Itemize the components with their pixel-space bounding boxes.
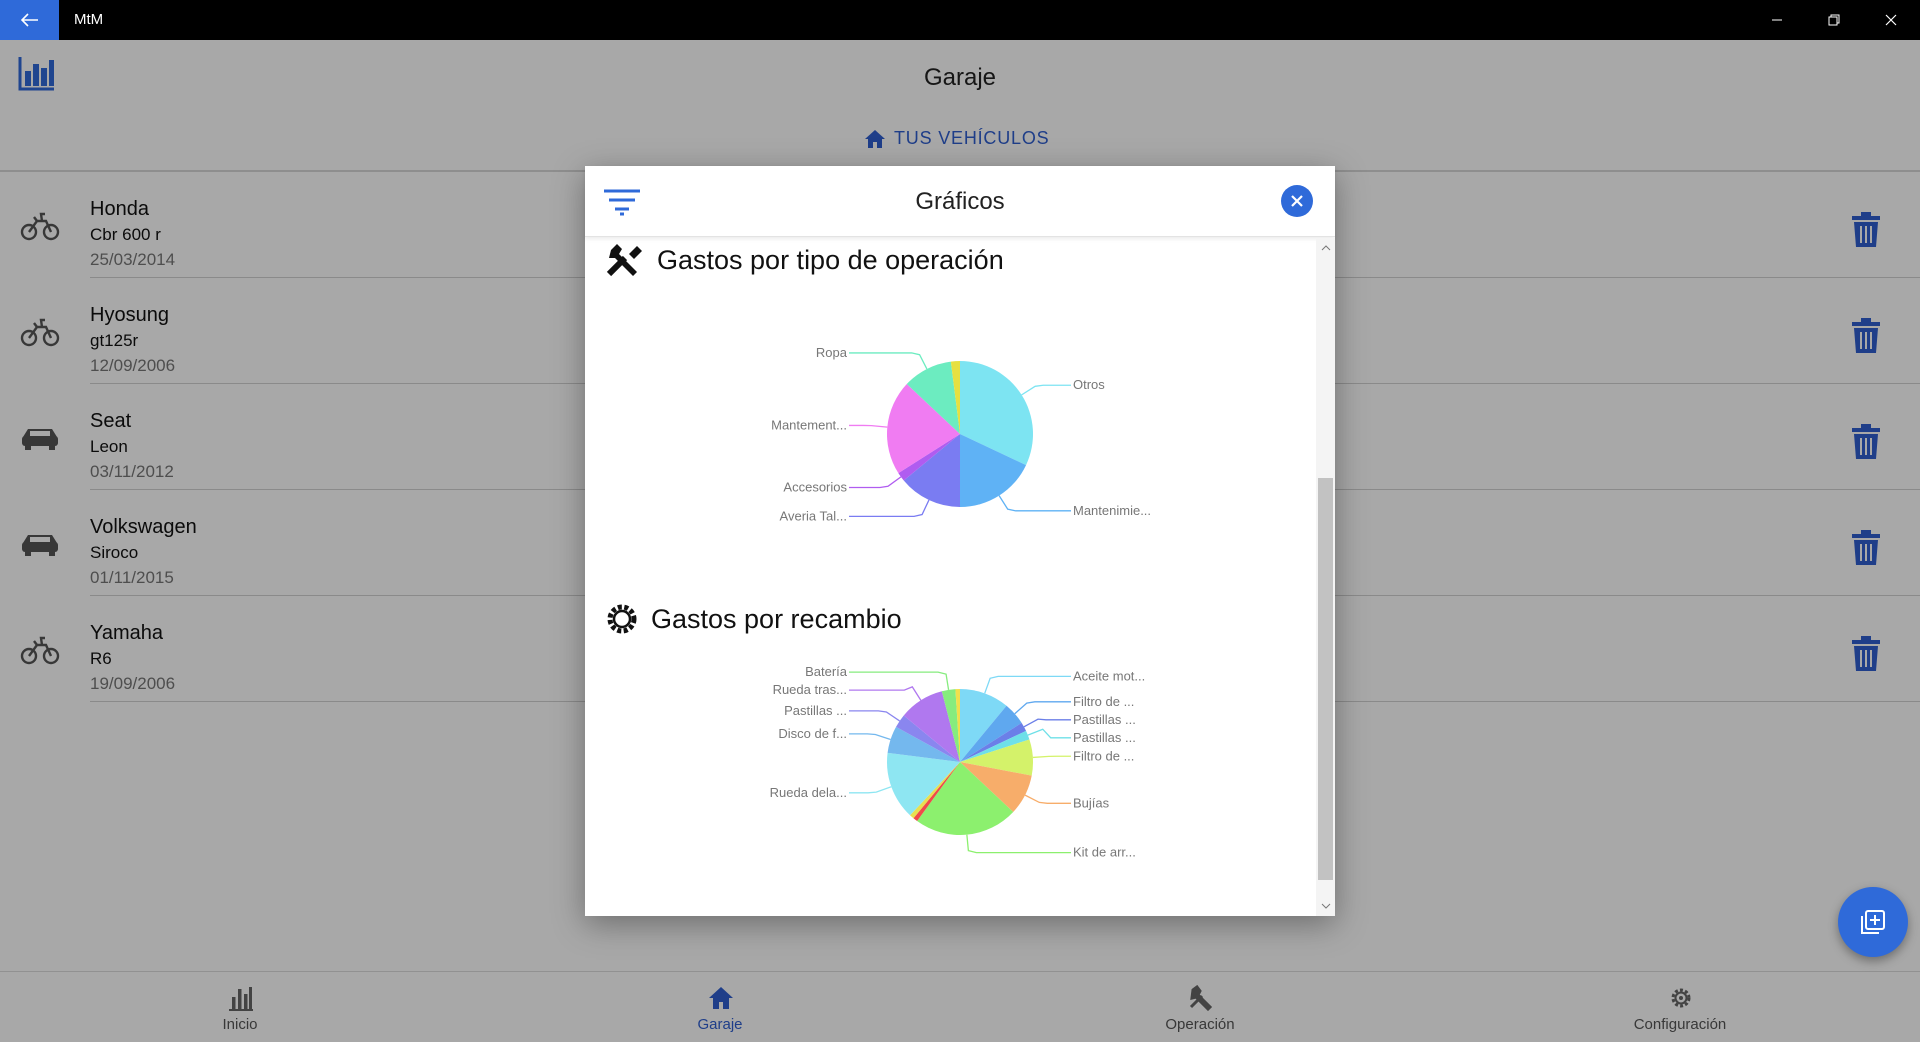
add-vehicle-button[interactable] (1838, 887, 1908, 957)
charts-dialog: Gráficos Gastos por tipo de operación Ot… (585, 166, 1335, 916)
close-dialog-button[interactable] (1281, 185, 1313, 217)
slice-label: Mantement... (771, 417, 847, 432)
dialog-scrollbar[interactable] (1316, 238, 1335, 916)
leader-line (1027, 728, 1071, 739)
slice-label: Pastillas ... (1073, 730, 1136, 745)
gear-icon (607, 604, 637, 634)
leader-line (849, 786, 892, 794)
section-title: Gastos por tipo de operación (657, 244, 1004, 275)
leader-line (849, 499, 930, 517)
leader-line (849, 710, 900, 722)
slice-label: Rueda dela... (770, 785, 847, 800)
dialog-header: Gráficos (585, 166, 1335, 237)
close-icon (1291, 195, 1303, 207)
minimize-icon (1771, 19, 1782, 21)
add-copy-icon (1861, 910, 1885, 934)
slice-label: Accesorios (783, 479, 847, 494)
slice-label: Filtro de ... (1073, 748, 1134, 763)
leader-line (849, 476, 902, 489)
slice-label: Batería (805, 664, 848, 679)
slice-label: Ropa (816, 345, 848, 360)
close-window-button[interactable] (1862, 0, 1919, 40)
leader-line (849, 424, 888, 428)
leader-line (1032, 755, 1071, 759)
leader-line (1024, 794, 1071, 804)
section-operation-costs: Gastos por tipo de operación (605, 242, 1004, 278)
close-icon (1885, 14, 1896, 26)
dialog-body[interactable]: Gastos por tipo de operación Otros Manten… (585, 238, 1315, 916)
leader-line (849, 671, 950, 691)
slice-label: Pastillas ... (1073, 712, 1136, 727)
slice-label: Bujías (1073, 795, 1110, 810)
back-arrow-icon (20, 13, 38, 27)
slice-label: Mantenimie... (1073, 503, 1151, 518)
tools-icon (606, 244, 642, 277)
slice-label: Filtro de ... (1073, 694, 1134, 709)
leader-line (1023, 718, 1071, 728)
restore-button[interactable] (1805, 0, 1862, 40)
leader-line (1014, 701, 1071, 715)
leader-line (998, 495, 1071, 512)
scroll-up-button[interactable] (1316, 240, 1335, 256)
leader-line (1021, 384, 1071, 396)
dialog-title: Gráficos (915, 188, 1005, 215)
slice-label: Pastillas ... (784, 703, 847, 718)
back-button[interactable] (0, 0, 59, 40)
section-parts-costs: Gastos por recambio (605, 602, 902, 636)
slice-label: Aceite mot... (1073, 668, 1145, 683)
leader-line (849, 686, 922, 701)
leader-line (849, 352, 928, 370)
pie-chart-operation: Otros Mantenimie... Ropa Mantement... Acceso… (771, 345, 1151, 523)
leader-line (966, 834, 1071, 854)
app-title: MtM (74, 11, 104, 28)
slice-label: Rueda tras... (773, 682, 847, 697)
slice-label: Otros (1073, 377, 1105, 392)
slice-label: Disco de f... (778, 726, 847, 741)
chevron-down-icon (1321, 903, 1330, 909)
leader-line (984, 675, 1071, 694)
scroll-down-button[interactable] (1316, 898, 1335, 914)
title-bar: MtM (0, 0, 1920, 40)
section-title: Gastos por recambio (651, 603, 902, 634)
minimize-button[interactable] (1748, 0, 1805, 40)
restore-icon (1828, 14, 1839, 26)
slice-label: Kit de arr... (1073, 845, 1136, 860)
leader-line (849, 733, 891, 741)
pie-chart-parts: Aceite mot... Filtro de ... Pastillas ... P… (770, 664, 1146, 860)
scroll-thumb[interactable] (1318, 478, 1333, 880)
slice-label: Averia Tal... (780, 508, 847, 523)
chevron-up-icon (1321, 245, 1330, 251)
